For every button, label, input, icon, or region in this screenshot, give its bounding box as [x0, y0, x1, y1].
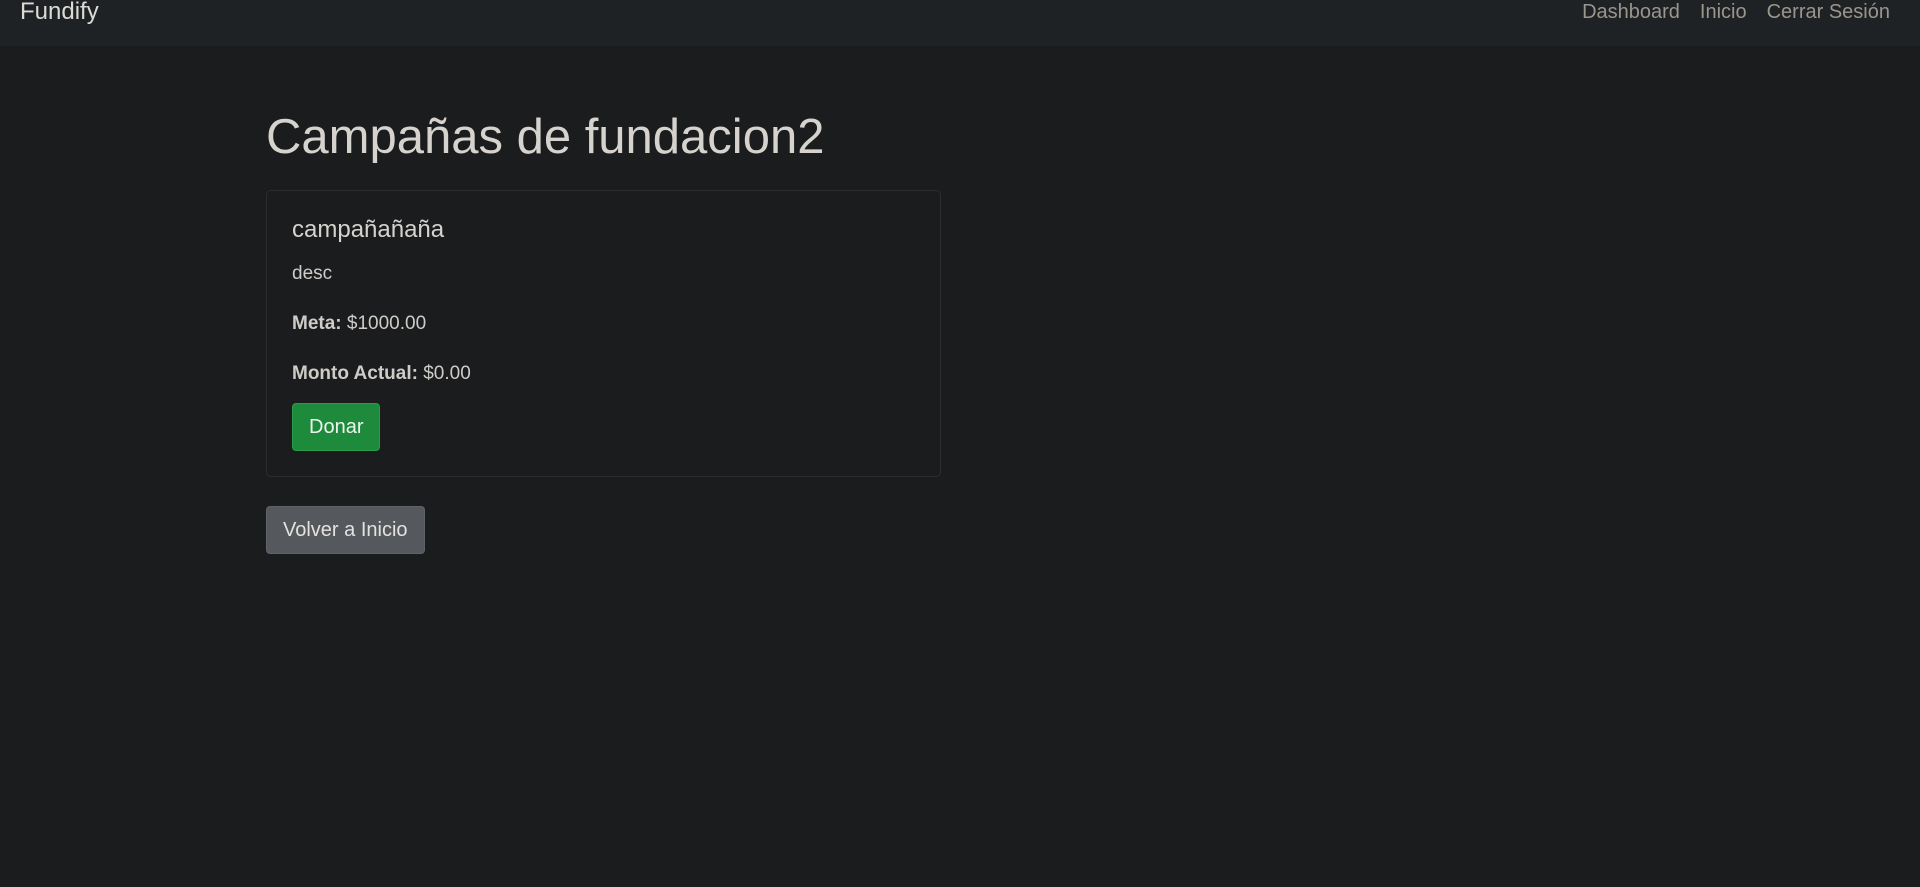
- brand-logo[interactable]: Fundify: [20, 0, 99, 24]
- nav-link-dashboard[interactable]: Dashboard: [1582, 0, 1680, 24]
- donate-button[interactable]: Donar: [292, 403, 381, 451]
- current-value: $0.00: [423, 363, 471, 384]
- page-title: Campañas de fundacion2: [266, 110, 825, 164]
- nav-links: Dashboard Inicio Cerrar Sesión: [1582, 0, 1890, 24]
- goal-label: Meta:: [292, 313, 342, 334]
- navbar: Fundify Dashboard Inicio Cerrar Sesión: [0, 0, 1920, 46]
- campaign-card: campañañaña desc Meta: $1000.00 Monto Ac…: [266, 190, 941, 477]
- campaign-goal: Meta: $1000.00: [292, 311, 915, 337]
- campaign-name: campañañaña: [292, 216, 445, 243]
- campaign-current-amount: Monto Actual: $0.00: [292, 361, 915, 387]
- current-label: Monto Actual:: [292, 363, 418, 384]
- nav-link-inicio[interactable]: Inicio: [1700, 0, 1747, 24]
- nav-link-cerrar-sesion[interactable]: Cerrar Sesión: [1767, 0, 1890, 24]
- campaign-description: desc: [292, 263, 333, 284]
- main-content: Campañas de fundacion2 campañañaña desc …: [266, 108, 941, 554]
- goal-value: $1000.00: [346, 313, 427, 334]
- back-to-home-button[interactable]: Volver a Inicio: [266, 506, 425, 554]
